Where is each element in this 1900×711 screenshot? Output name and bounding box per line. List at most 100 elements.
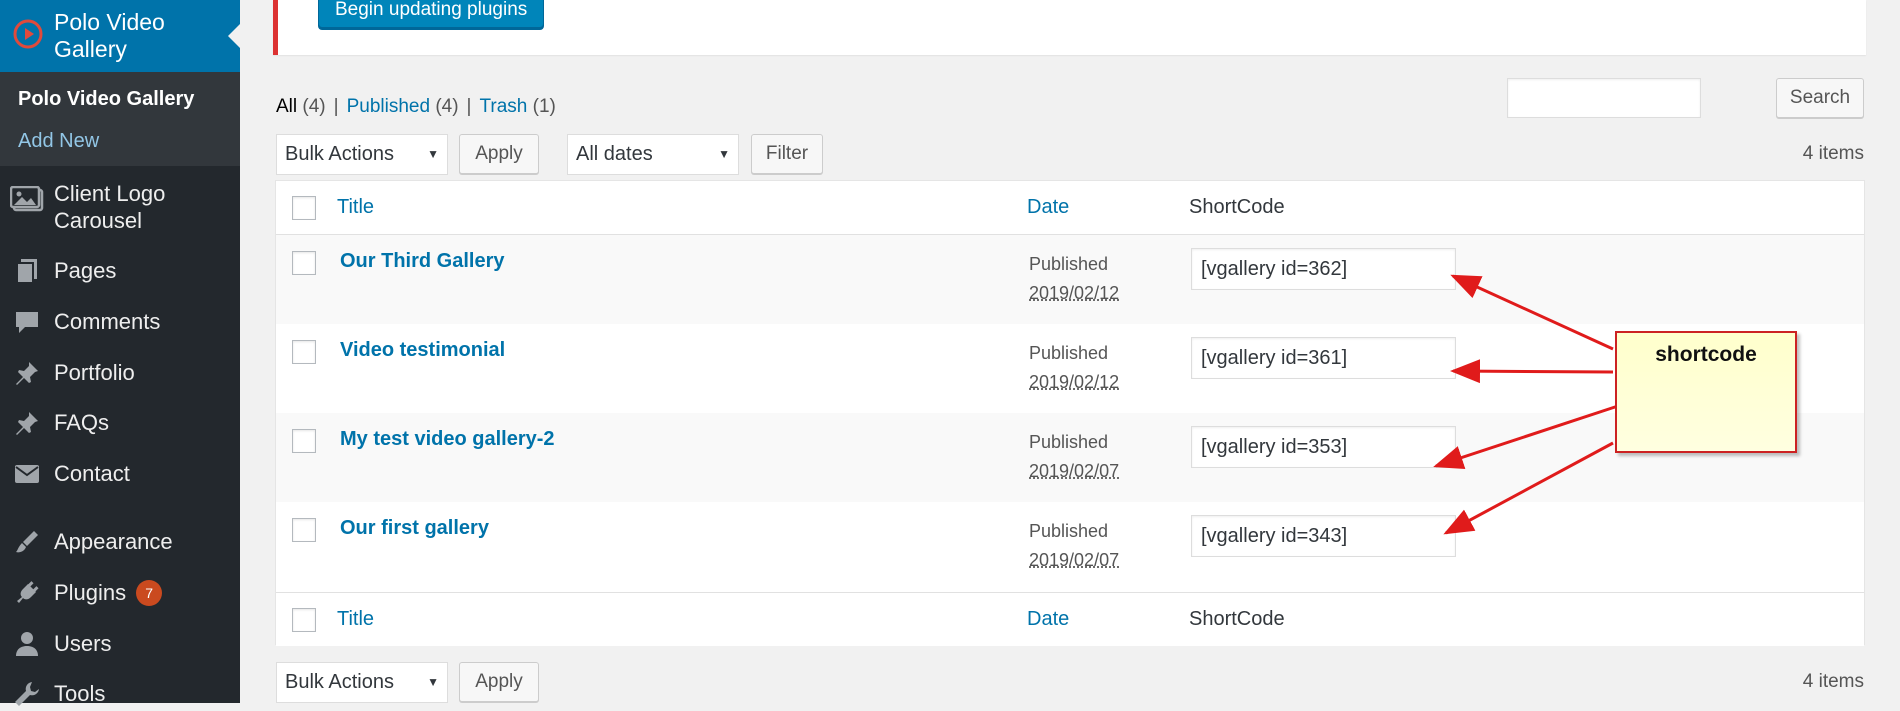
row-status: Published (1029, 521, 1109, 541)
date-filter-select[interactable]: All dates ▼ (567, 134, 739, 175)
apply-button-bottom[interactable]: Apply (459, 662, 539, 702)
plugin-icon (10, 578, 44, 608)
begin-updating-plugins-button[interactable]: Begin updating plugins (318, 0, 545, 28)
play-circle-icon (12, 18, 44, 55)
sidebar-item-appearance[interactable]: Appearance (0, 525, 240, 559)
row-status: Published (1029, 254, 1109, 274)
bulk-actions-select[interactable]: Bulk Actions ▼ (276, 134, 448, 175)
shortcode-field[interactable]: [vgallery id=343] (1191, 515, 1456, 557)
sidebar-item-label: Carousel (54, 208, 143, 233)
sidebar-item-plugins[interactable]: Plugins 7 (0, 576, 240, 610)
sidebar-item-label: Client Logo (54, 181, 166, 206)
column-title-sort[interactable]: Title (337, 196, 374, 219)
sidebar-item-portfolio[interactable]: Portfolio (0, 356, 240, 390)
row-date-value: 2019/02/07 (1029, 550, 1120, 570)
dropdown-arrow-icon: ▼ (427, 147, 439, 161)
search-button[interactable]: Search (1776, 78, 1864, 118)
table-footer: Title Date ShortCode (276, 592, 1864, 646)
pin-icon (10, 408, 44, 438)
sidebar-item-label: Pages (54, 258, 117, 283)
row-date-value: 2019/02/12 (1029, 283, 1120, 303)
sidebar-item-users[interactable]: Users (0, 627, 240, 661)
filter-all-count: (4) (302, 96, 326, 117)
select-all-checkbox[interactable] (292, 196, 316, 220)
row-checkbox[interactable] (292, 340, 316, 364)
update-count-badge: 7 (136, 580, 163, 606)
row-checkbox[interactable] (292, 518, 316, 542)
sidebar-item-pages[interactable]: Pages (0, 254, 240, 288)
shortcode-field[interactable]: [vgallery id=362] (1191, 248, 1456, 290)
items-count: 4 items (1802, 143, 1864, 164)
comments-icon (10, 307, 44, 337)
row-checkbox[interactable] (292, 251, 316, 275)
sidebar-item-label: Plugins (54, 580, 127, 605)
table-row: Our first gallery Published 2019/02/07 [v… (276, 502, 1864, 591)
sidebar-item-label: FAQs (54, 410, 110, 435)
sidebar-item-label: Appearance (54, 529, 173, 554)
sidebar-item-faqs[interactable]: FAQs (0, 406, 240, 440)
sidebar-item-label: Polo Video Gallery (54, 9, 165, 62)
table-header: Title Date ShortCode (276, 181, 1864, 235)
submenu-item-all[interactable]: Polo Video Gallery (0, 78, 240, 120)
shortcode-field[interactable]: [vgallery id=361] (1191, 337, 1456, 379)
mail-icon (10, 459, 44, 489)
submenu-item-add-new[interactable]: Add New (0, 120, 240, 162)
row-date-value: 2019/02/07 (1029, 461, 1120, 481)
wrench-icon (10, 679, 44, 709)
filter-button[interactable]: Filter (751, 134, 823, 174)
column-date-sort[interactable]: Date (1027, 608, 1069, 631)
shortcode-callout-note: shortcode (1615, 331, 1797, 453)
dropdown-arrow-icon: ▼ (718, 147, 730, 161)
row-checkbox[interactable] (292, 429, 316, 453)
filter-all[interactable]: All (276, 96, 297, 117)
row-title-link[interactable]: Video testimonial (340, 339, 505, 362)
row-date: Published 2019/02/12 (1029, 250, 1119, 308)
row-date: Published 2019/02/07 (1029, 428, 1119, 486)
sidebar-item-tools[interactable]: Tools (0, 677, 240, 711)
row-title-link[interactable]: Our first gallery (340, 517, 489, 540)
bulk-actions-select-bottom[interactable]: Bulk Actions ▼ (276, 662, 448, 703)
filter-published-count: (4) (435, 96, 459, 117)
pin-icon (10, 358, 44, 388)
column-shortcode: ShortCode (1189, 608, 1285, 630)
filter-trash[interactable]: Trash (479, 96, 527, 117)
search-input[interactable] (1507, 78, 1701, 118)
sidebar-item-label: Comments (54, 309, 161, 334)
filter-trash-count: (1) (532, 96, 556, 117)
pages-icon (10, 256, 44, 286)
items-count-bottom: 4 items (1802, 671, 1864, 692)
bulk-actions-value: Bulk Actions (285, 143, 394, 165)
row-date: Published 2019/02/07 (1029, 517, 1119, 575)
update-notice: Begin updating plugins (273, 0, 1866, 55)
status-filter-links: All (4) | Published (4) | Trash (1) (276, 96, 556, 117)
dropdown-arrow-icon: ▼ (427, 675, 439, 689)
image-icon (10, 184, 44, 214)
column-title-sort[interactable]: Title (337, 608, 374, 631)
column-date-sort[interactable]: Date (1027, 196, 1069, 219)
row-title-link[interactable]: Our Third Gallery (340, 250, 504, 273)
apply-button[interactable]: Apply (459, 134, 539, 174)
sidebar-item-label: Contact (54, 461, 130, 486)
sidebar-item-contact[interactable]: Contact (0, 457, 240, 491)
brush-icon (10, 527, 44, 557)
row-status: Published (1029, 432, 1109, 452)
table-row: Our Third Gallery Published 2019/02/12 [v… (276, 235, 1864, 324)
sidebar-item-polo-video-gallery[interactable]: Polo Video Gallery (0, 0, 240, 72)
row-title-link[interactable]: My test video gallery-2 (340, 428, 555, 451)
row-date-value: 2019/02/12 (1029, 372, 1120, 392)
select-all-checkbox[interactable] (292, 608, 316, 632)
date-filter-value: All dates (576, 143, 653, 165)
row-date: Published 2019/02/12 (1029, 339, 1119, 397)
sidebar-submenu: Polo Video Gallery Add New (0, 72, 240, 166)
column-shortcode: ShortCode (1189, 196, 1285, 218)
sidebar-item-label: Portfolio (54, 360, 135, 385)
sidebar-item-comments[interactable]: Comments (0, 305, 240, 339)
sidebar-item-label: Users (54, 631, 112, 656)
admin-sidebar: Polo Video Gallery Polo Video Gallery Ad… (0, 0, 240, 706)
shortcode-field[interactable]: [vgallery id=353] (1191, 426, 1456, 468)
filter-published[interactable]: Published (347, 96, 430, 117)
bulk-actions-value: Bulk Actions (285, 671, 394, 693)
sidebar-item-label: Tools (54, 681, 106, 706)
user-icon (10, 629, 44, 659)
sidebar-item-client-logo-carousel[interactable]: Client Logo Carousel (0, 180, 240, 240)
